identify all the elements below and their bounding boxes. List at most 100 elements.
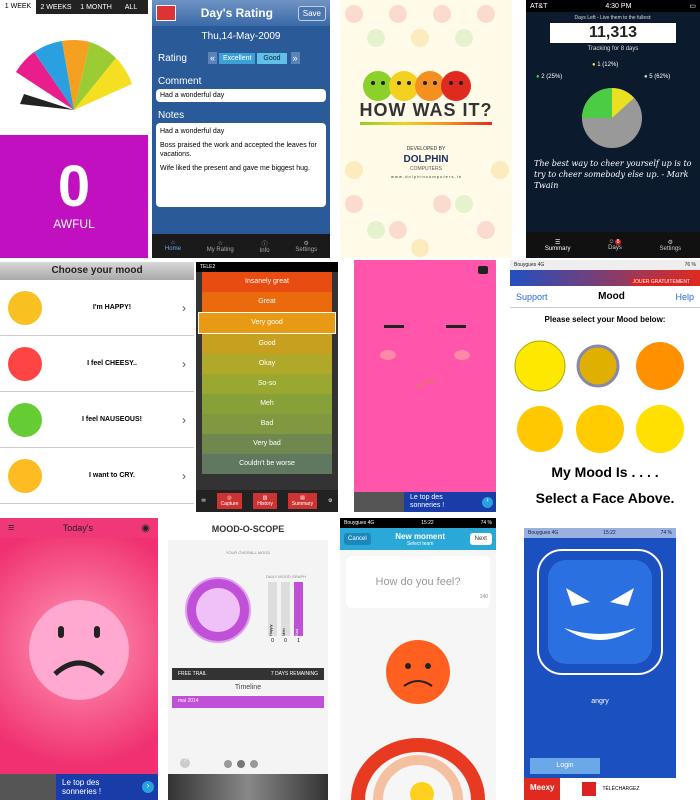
happy-face-icon[interactable] xyxy=(514,340,566,392)
bar-meh: Meh xyxy=(281,582,290,636)
scale-item-selected[interactable]: Very good xyxy=(198,312,336,334)
nav-bar: Support Mood Help xyxy=(510,286,700,308)
ad-banner[interactable]: Le top des sonneries ! › xyxy=(354,492,496,512)
save-button[interactable]: Save xyxy=(297,5,326,21)
chat-icon[interactable] xyxy=(478,266,488,274)
tab-my-rating[interactable]: ☆ My Rating xyxy=(207,240,234,253)
brand-url[interactable]: w w w . d o l p h i n c o m p u t e r s … xyxy=(340,174,512,179)
scale-item[interactable]: Great xyxy=(202,292,332,312)
ad-line-2: sonneries ! xyxy=(62,787,102,796)
scale-item[interactable]: Very bad xyxy=(202,434,332,454)
login-button[interactable]: Login xyxy=(530,758,600,774)
menu-icon[interactable]: ≡ xyxy=(8,522,14,534)
tab-2-weeks[interactable]: 2 WEEKS xyxy=(36,4,76,11)
crying-face-icon[interactable] xyxy=(636,342,684,390)
notes-label: Notes xyxy=(158,110,185,121)
faces-thumbnail xyxy=(0,774,56,800)
scale-item[interactable]: Good xyxy=(202,334,332,354)
tab-capture[interactable]: ◎ Capture xyxy=(216,493,243,509)
panel-pink-face: Le top des sonneries ! › xyxy=(354,260,496,512)
tab-summary[interactable]: ☰ Summary xyxy=(545,239,571,252)
laughing-face-icon[interactable] xyxy=(576,405,624,453)
scale-item[interactable]: Insanely great xyxy=(202,272,332,292)
sad-face-icon[interactable] xyxy=(576,344,620,388)
calendar-icon[interactable] xyxy=(156,5,176,21)
ad-banner[interactable] xyxy=(168,774,328,800)
help-icon[interactable]: ? xyxy=(180,758,190,768)
ad-text: Le top des sonneries ! xyxy=(56,778,101,796)
chat-icon[interactable]: ✉ xyxy=(201,498,205,504)
notes-field[interactable]: Had a wonderful day Boss praised the wor… xyxy=(156,123,326,207)
angry-face-icon[interactable] xyxy=(636,405,684,453)
nav-bar: Cancel New moment Select team Next xyxy=(340,528,496,550)
angry-face-icon xyxy=(537,549,663,675)
feeling-prompt[interactable]: How do you feel? xyxy=(346,556,490,608)
gear-icon[interactable]: ⚙ xyxy=(328,498,332,504)
panel-mood-o-scope: MOOD-O-SCOPE YOUR OVERALL MOOD DAILY MOO… xyxy=(168,518,328,800)
bar-sad: Sad xyxy=(294,582,303,636)
date-label: Thu,14-May-2009 xyxy=(201,31,281,42)
rating-excellent[interactable]: Excellent xyxy=(219,52,256,64)
tab-history[interactable]: ▥ History xyxy=(253,493,277,509)
faces-thumbnail xyxy=(354,492,404,512)
bottom-tab-bar: ⌂ Home ☆ My Rating ⓘ Info ⚙ Settings xyxy=(152,234,330,258)
support-link[interactable]: Support xyxy=(516,292,548,302)
target-icon[interactable]: ◉ xyxy=(141,523,150,534)
comment-field[interactable]: Had a wonderful day xyxy=(156,89,326,102)
scale-item[interactable]: Meh xyxy=(202,394,332,414)
tab-summary[interactable]: ▤ Summary xyxy=(287,493,318,509)
ad-banner[interactable]: Meexy TÉLÉCHARGEZ xyxy=(524,778,676,800)
tab-capture-label: Capture xyxy=(220,501,239,507)
ad-text: JOUER GRATUITEMENT xyxy=(630,278,692,286)
tab-info[interactable]: ⓘ Info xyxy=(260,239,270,254)
tab-settings[interactable]: ⚙ Settings xyxy=(295,240,317,253)
tab-home[interactable]: ⌂ Home xyxy=(165,240,181,252)
brand-name: DOLPHIN xyxy=(403,154,449,165)
scale-item[interactable]: Bad xyxy=(202,414,332,434)
chevron-right-icon: › xyxy=(182,412,186,427)
ad-banner[interactable]: Le top des sonneries ! › xyxy=(0,774,158,800)
page-dot[interactable] xyxy=(250,760,258,768)
score-box: 0 AWFUL xyxy=(0,135,148,258)
scale-item[interactable]: So-so xyxy=(202,374,332,394)
list-item[interactable]: I'm HAPPY! › xyxy=(0,280,194,336)
mood-dial[interactable] xyxy=(340,730,496,800)
page-dot[interactable] xyxy=(224,760,232,768)
nauseous-face-icon xyxy=(8,402,42,437)
trial-bar: FREE TRAIL 7 DAYS REMAINING xyxy=(172,668,324,680)
list-item[interactable]: I feel NAUSEOUS! › xyxy=(0,392,194,448)
carrier: AT&T xyxy=(530,2,548,10)
clock: 15:22 xyxy=(603,530,616,536)
ad-line-2: sonneries ! xyxy=(410,502,445,509)
mood-gauge xyxy=(16,40,132,110)
help-link[interactable]: Help xyxy=(675,292,694,302)
page-title: Mood xyxy=(598,291,625,302)
next-button[interactable]: Next xyxy=(469,533,492,545)
list-item[interactable]: I feel CHEESY.. › xyxy=(0,336,194,392)
page-dot[interactable] xyxy=(237,760,245,768)
cancel-button[interactable]: Cancel xyxy=(344,533,371,545)
rating-row: Rating « Excellent Good » xyxy=(152,48,330,68)
right-arrow-icon[interactable]: » xyxy=(290,52,300,64)
happy-face-icon xyxy=(8,290,42,325)
scale-item[interactable]: Couldn't be worse xyxy=(202,454,332,474)
stat-mid-value: 1 (12%) xyxy=(597,62,619,68)
comment-label: Comment xyxy=(158,76,202,87)
tab-1-week[interactable]: 1 WEEK xyxy=(0,0,36,14)
list-item[interactable]: I want to CRY. › xyxy=(0,448,194,504)
timeline-month[interactable]: mai 2014 xyxy=(172,696,324,708)
tab-settings[interactable]: ⚙ Settings xyxy=(659,239,681,252)
title-underline xyxy=(360,122,492,125)
ad-banner[interactable]: JOUER GRATUITEMENT xyxy=(510,270,700,286)
carrier-name: Bouygues xyxy=(514,262,537,268)
rating-good[interactable]: Good xyxy=(257,52,287,64)
tab-all[interactable]: ALL xyxy=(116,4,146,11)
left-arrow-icon[interactable]: « xyxy=(208,52,218,64)
tracking-label: Tracking for 8 days xyxy=(587,46,639,52)
scale-item[interactable]: Okay xyxy=(202,354,332,374)
mood-is-label: My Mood Is . . . . xyxy=(551,464,659,480)
tab-1-month[interactable]: 1 MONTH xyxy=(76,4,116,11)
list-icon: ☰ xyxy=(554,239,561,246)
dizzy-face-icon[interactable] xyxy=(517,406,563,452)
tab-days[interactable]: ☺ 8 Days xyxy=(608,239,622,251)
